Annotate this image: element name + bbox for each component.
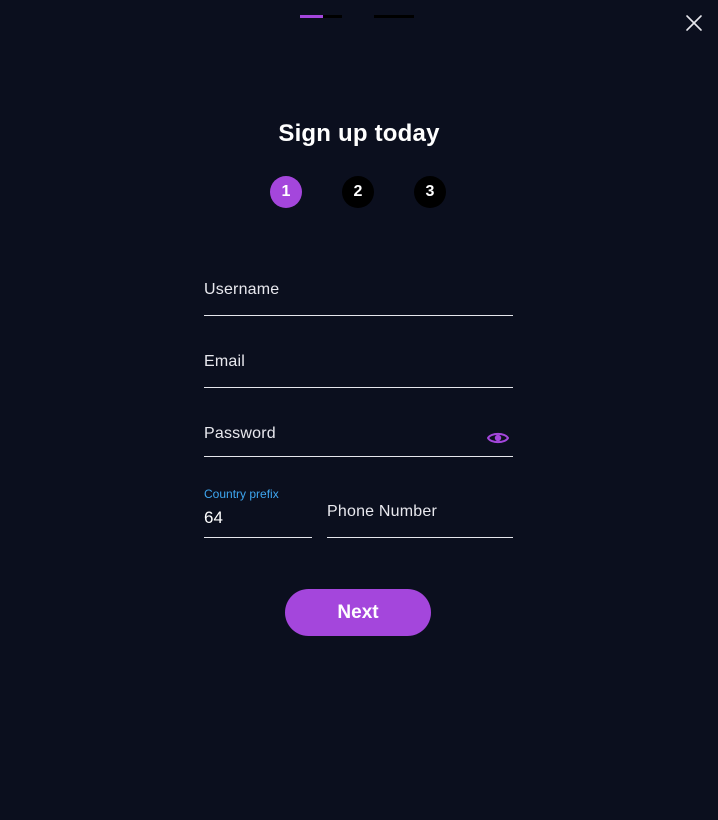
stepper-connector-1 — [323, 15, 342, 18]
phone-number-input[interactable] — [327, 486, 513, 537]
country-prefix-value[interactable]: 64 — [204, 508, 223, 528]
step-1: 1 — [270, 176, 302, 208]
eye-icon[interactable] — [486, 431, 510, 445]
close-icon[interactable] — [683, 12, 705, 34]
page-title: Sign up today — [278, 120, 440, 147]
password-input[interactable] — [204, 420, 513, 456]
email-field[interactable]: Email — [204, 348, 513, 388]
country-prefix-field[interactable]: Country prefix 64 — [204, 486, 312, 538]
password-field[interactable]: Password — [204, 420, 513, 457]
signup-modal: Sign up today 1 2 3 Username Email Passw… — [0, 0, 718, 820]
step-2: 2 — [342, 176, 374, 208]
email-input[interactable] — [204, 348, 513, 387]
country-prefix-label: Country prefix — [204, 487, 279, 501]
step-3: 3 — [414, 176, 446, 208]
stepper-connector-2 — [374, 15, 414, 18]
phone-number-field[interactable]: Phone Number — [327, 486, 513, 538]
username-input[interactable] — [204, 276, 513, 315]
stepper-progress-line — [300, 15, 323, 18]
username-field[interactable]: Username — [204, 276, 513, 316]
next-button[interactable]: Next — [285, 589, 431, 636]
